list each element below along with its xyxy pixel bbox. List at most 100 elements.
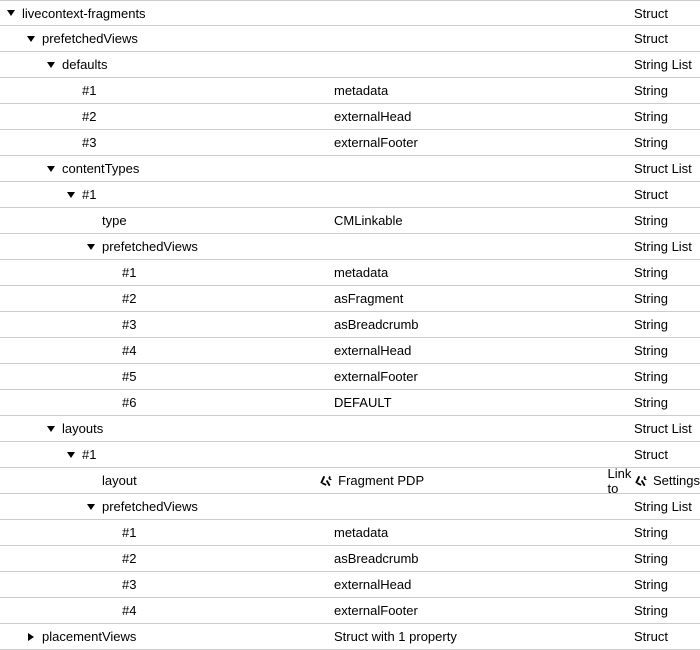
property-value: asFragment: [334, 291, 403, 306]
tree-row[interactable]: #1metadataString: [0, 260, 700, 286]
name-cell: layout: [4, 473, 320, 488]
property-value: externalHead: [334, 109, 411, 124]
property-name: defaults: [62, 57, 108, 72]
name-cell: prefetchedViews: [4, 239, 334, 254]
tree-row[interactable]: defaults String List: [0, 52, 700, 78]
chevron-right-icon[interactable]: [24, 630, 38, 644]
tree-row[interactable]: #4 externalHead String: [0, 338, 700, 364]
name-cell: #1: [4, 447, 334, 462]
tree-row[interactable]: #5externalFooterString: [0, 364, 700, 390]
tree-row[interactable]: prefetchedViewsStruct: [0, 26, 700, 52]
type-cell: String: [634, 83, 700, 98]
value-cell: asBreadcrumb: [334, 551, 634, 566]
property-name: #2: [122, 551, 136, 566]
type-cell: Struct: [634, 187, 700, 202]
value-cell: metadata: [334, 265, 634, 280]
chevron-down-icon[interactable]: [24, 32, 38, 46]
name-cell: layouts: [4, 421, 334, 436]
property-name: type: [102, 213, 127, 228]
chevron-down-icon[interactable]: [44, 162, 58, 176]
property-value: Struct with 1 property: [334, 629, 457, 644]
chevron-down-icon[interactable]: [84, 500, 98, 514]
property-value: CMLinkable: [334, 213, 403, 228]
property-type: String: [634, 603, 668, 618]
property-type: String: [634, 213, 668, 228]
name-cell: #1: [4, 83, 334, 98]
tree-row[interactable]: #2externalHeadString: [0, 104, 700, 130]
value-cell: externalHead: [334, 577, 634, 592]
value-cell: externalFooter: [334, 603, 634, 618]
chevron-down-icon[interactable]: [84, 240, 98, 254]
property-name: #1: [82, 447, 96, 462]
tree-row[interactable]: #1metadata String: [0, 78, 700, 104]
name-cell: #2: [4, 109, 334, 124]
chevron-down-icon[interactable]: [64, 448, 78, 462]
property-value: externalFooter: [334, 603, 418, 618]
tree-row[interactable]: type CMLinkable String: [0, 208, 700, 234]
tree-row[interactable]: livecontext-fragments Struct: [0, 0, 700, 26]
tree-row[interactable]: #2asBreadcrumbString: [0, 546, 700, 572]
property-type: Struct: [634, 187, 668, 202]
property-type: String: [634, 343, 668, 358]
tree-row[interactable]: #3externalHeadString: [0, 572, 700, 598]
property-name: #2: [122, 291, 136, 306]
property-name: #3: [122, 577, 136, 592]
name-cell: #3: [4, 577, 334, 592]
name-cell: #3: [4, 317, 334, 332]
value-cell: DEFAULT: [334, 395, 634, 410]
property-value: asBreadcrumb: [334, 317, 419, 332]
name-cell: #1: [4, 525, 334, 540]
value-cell: Struct with 1 property: [334, 629, 634, 644]
tree-row[interactable]: layoutsStruct List: [0, 416, 700, 442]
tree-row[interactable]: #2asFragmentString: [0, 286, 700, 312]
tree-row[interactable]: contentTypesStruct List: [0, 156, 700, 182]
property-name: #2: [82, 109, 96, 124]
tree-row[interactable]: placementViewsStruct with 1 propertyStru…: [0, 624, 700, 650]
tree-row[interactable]: #4 externalFooter String: [0, 598, 700, 624]
chevron-down-icon[interactable]: [64, 188, 78, 202]
tree-row[interactable]: #6DEFAULTString: [0, 390, 700, 416]
name-cell: prefetchedViews: [4, 499, 334, 514]
property-value: DEFAULT: [334, 395, 392, 410]
property-type: Struct: [634, 629, 668, 644]
tree-row[interactable]: prefetchedViewsString List: [0, 494, 700, 520]
name-cell: contentTypes: [4, 161, 334, 176]
tree-row[interactable]: #3asBreadcrumbString: [0, 312, 700, 338]
value-cell: externalFooter: [334, 369, 634, 384]
tree-row[interactable]: #1metadataString: [0, 520, 700, 546]
type-cell: String: [634, 395, 700, 410]
struct-tree: livecontext-fragmentsStructprefetchedVie…: [0, 0, 700, 650]
chevron-down-icon[interactable]: [44, 422, 58, 436]
type-cell: String: [634, 603, 700, 618]
property-name: contentTypes: [62, 161, 139, 176]
type-cell: Struct: [634, 629, 700, 644]
tree-row[interactable]: layout Fragment PDPLink to Settings: [0, 468, 700, 494]
property-type: Struct: [634, 31, 668, 46]
tree-row[interactable]: #1Struct: [0, 182, 700, 208]
property-name: #4: [122, 343, 136, 358]
property-value: externalFooter: [334, 369, 418, 384]
type-cell: Struct: [634, 6, 700, 21]
property-name: layouts: [62, 421, 103, 436]
property-value: metadata: [334, 83, 388, 98]
property-type: String List: [634, 57, 692, 72]
type-cell: String: [634, 525, 700, 540]
tools-icon: [320, 474, 334, 488]
property-value: externalFooter: [334, 135, 418, 150]
property-name: livecontext-fragments: [22, 6, 146, 21]
type-cell: Link to Settings: [608, 466, 700, 496]
value-cell: metadata: [334, 83, 634, 98]
tree-row[interactable]: #3externalFooterString: [0, 130, 700, 156]
chevron-down-icon[interactable]: [4, 6, 18, 20]
property-value: externalHead: [334, 343, 411, 358]
property-type: String: [634, 369, 668, 384]
chevron-down-icon[interactable]: [44, 58, 58, 72]
type-cell: String: [634, 265, 700, 280]
property-name: prefetchedViews: [102, 499, 198, 514]
tree-row[interactable]: #1Struct: [0, 442, 700, 468]
tree-row[interactable]: prefetchedViewsString List: [0, 234, 700, 260]
property-name: #4: [122, 603, 136, 618]
type-cell: String: [634, 369, 700, 384]
property-type: Struct: [634, 6, 668, 21]
property-type: String: [634, 265, 668, 280]
